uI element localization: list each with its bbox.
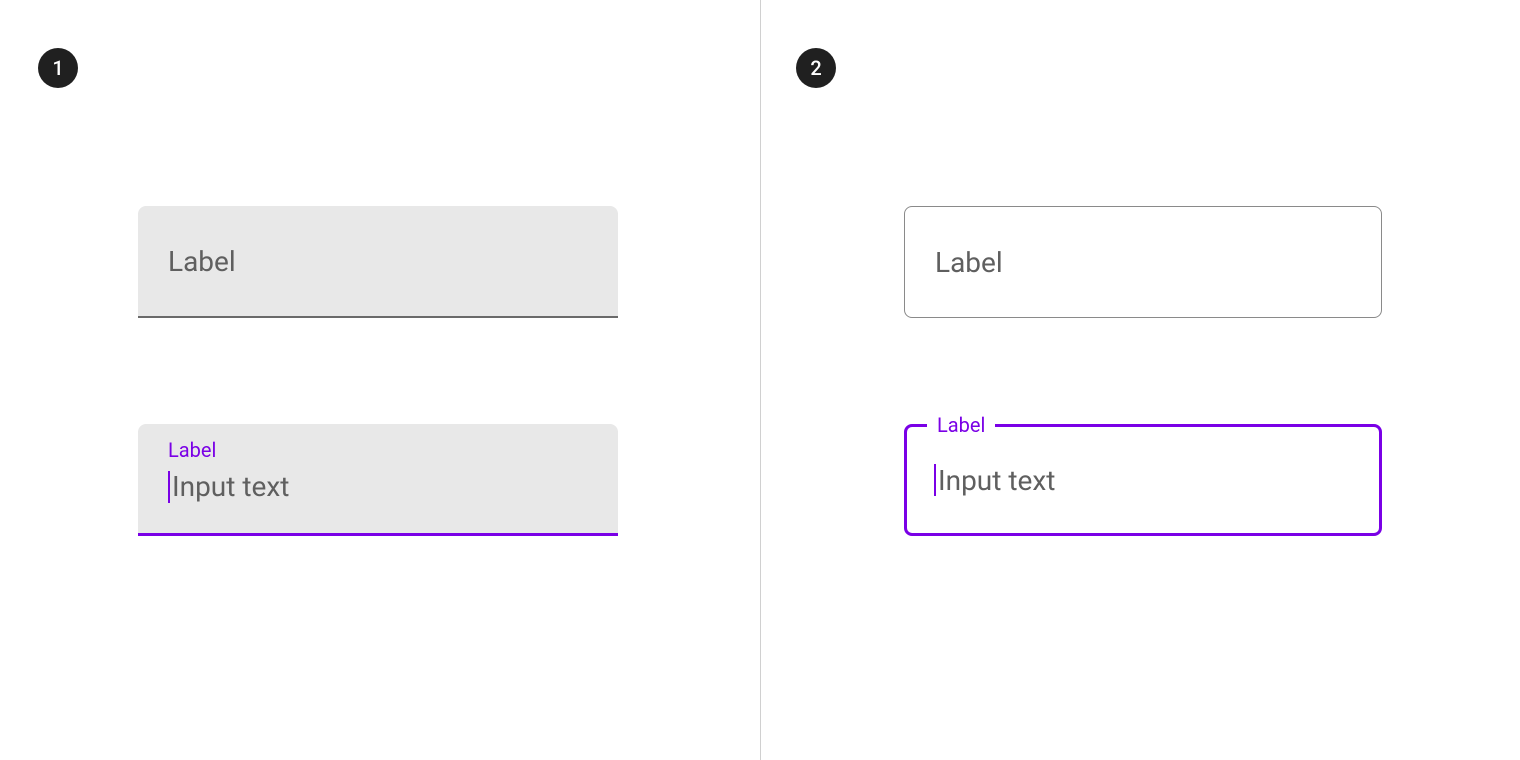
text-cursor-icon bbox=[934, 464, 936, 496]
panel-badge-1: 1 bbox=[38, 48, 78, 88]
text-field-placeholder: Input text bbox=[938, 464, 1055, 497]
panel-filled-variants: 1 Label Label Input text bbox=[0, 0, 760, 760]
text-field-floating-label: Label bbox=[168, 438, 618, 462]
text-field-input-row: Input text bbox=[168, 470, 618, 503]
text-field-label: Label bbox=[935, 246, 1003, 279]
text-field-filled-inactive[interactable]: Label bbox=[138, 206, 618, 318]
text-field-filled-active[interactable]: Label Input text bbox=[138, 424, 618, 536]
panel-badge-2: 2 bbox=[796, 48, 836, 88]
text-field-outlined-inactive[interactable]: Label bbox=[904, 206, 1382, 318]
text-field-label: Label bbox=[168, 245, 236, 278]
text-field-input-row: Input text bbox=[934, 464, 1055, 497]
text-cursor-icon bbox=[168, 471, 170, 503]
panel-outlined-variants: 2 Label Label Input text bbox=[760, 0, 1520, 760]
text-field-outlined-active[interactable]: Label Input text bbox=[904, 424, 1382, 536]
text-field-placeholder: Input text bbox=[172, 470, 289, 503]
text-field-floating-label: Label bbox=[927, 413, 995, 437]
